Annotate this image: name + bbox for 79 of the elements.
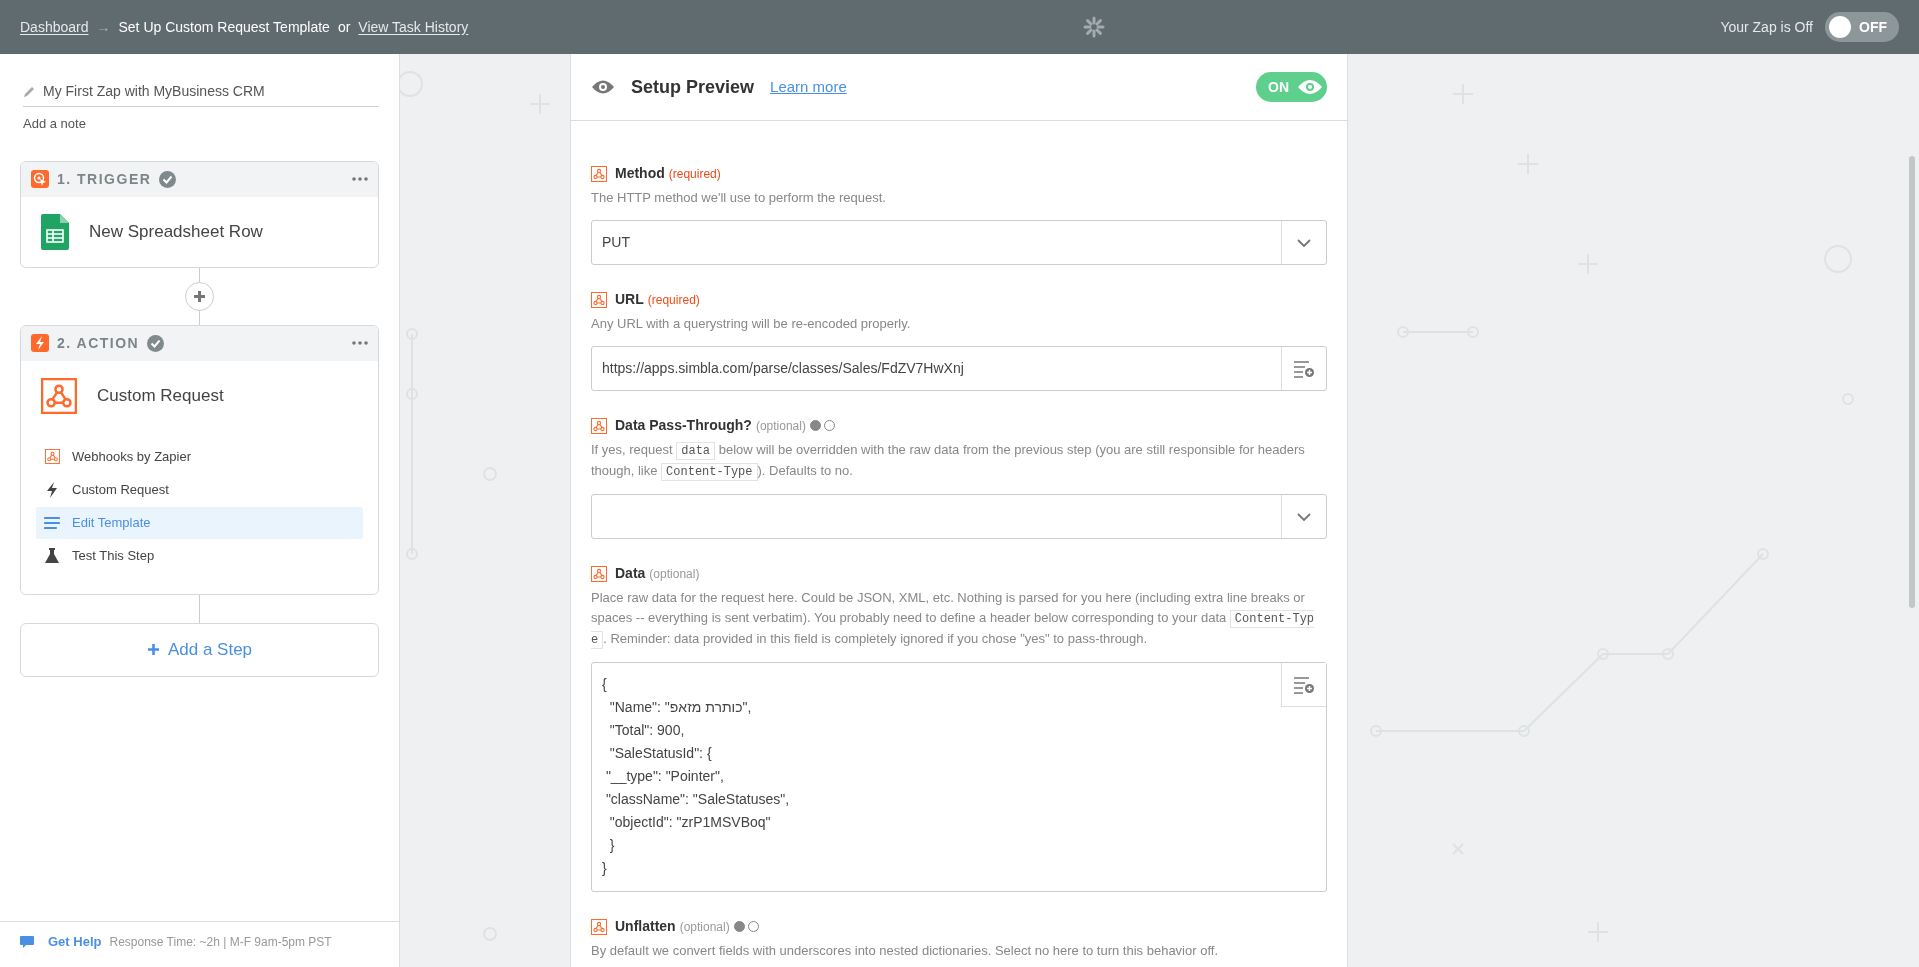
code-line: "Name": "כותרת מזאפ", [608, 698, 752, 717]
eye-icon [591, 79, 615, 95]
url-value: https://apps.simbla.com/parse/classes/Sales/FdZV7HwXnj [602, 359, 964, 378]
field-help-text: The HTTP method we'll use to perform the request. [591, 189, 887, 207]
insert-step-button[interactable] [185, 281, 214, 311]
step-menu-item[interactable]: Webhooks by Zapier [36, 440, 363, 473]
preview-title: Setup Preview [631, 75, 755, 99]
check-circle-icon [147, 334, 165, 352]
field-label: Data [615, 564, 646, 583]
toggle-knob [1829, 16, 1851, 38]
spreadsheet-icon [41, 213, 69, 250]
eye-icon [1297, 79, 1323, 95]
webhook-icon [591, 918, 607, 935]
trigger-icon [31, 170, 49, 188]
code-line: } [608, 836, 615, 855]
loading-icon [1083, 16, 1106, 38]
code-line: "objectId": "zrP1MSVBoq" [608, 813, 771, 832]
step-menu-item[interactable]: Custom Request [36, 473, 363, 506]
code-line: "Total": 900, [608, 721, 685, 740]
code-line: { [602, 675, 607, 694]
add-note-link[interactable]: Add a note [23, 114, 86, 134]
field-tag: (optional) [649, 564, 700, 583]
webhook-icon [591, 165, 607, 182]
toggle-label: OFF [1859, 17, 1887, 37]
page-title: Set Up Custom Request Template [118, 17, 330, 37]
task-history-link[interactable]: View Task History [358, 16, 469, 38]
chat-icon [20, 935, 34, 948]
field-label: Method [615, 164, 665, 183]
lines-icon [44, 515, 60, 530]
more-options-icon[interactable] [352, 341, 368, 345]
step-header: 2. ACTION [57, 333, 140, 353]
step-title: Custom Request [97, 384, 224, 407]
chevron-down-icon [1296, 511, 1312, 522]
url-input-field[interactable]: https://apps.simbla.com/parse/classes/Sales/FdZV7HwXnj [591, 346, 1327, 391]
step-menu-item[interactable]: Test This Step [36, 539, 363, 572]
webhook-icon [591, 565, 607, 582]
response-time-text: Response Time: ~2h | M-F 9am-5pm PST [109, 933, 332, 951]
webhook-icon [41, 377, 77, 414]
plus-icon [193, 289, 206, 303]
webhook-icon [591, 417, 607, 434]
chevron-down-icon [1296, 237, 1312, 248]
code-line: "__type": "Pointer", [604, 767, 724, 786]
select-value: PUT [602, 233, 630, 252]
field-tag: (required) [668, 164, 721, 183]
field-help-text: If yes, request data below will be overridden with the raw data from the previous step (you are still responsible for headers though, like Content-Type ). Defaults to no. [591, 441, 1306, 482]
lightning-icon [45, 481, 59, 498]
webhook-icon [44, 449, 60, 464]
select-field[interactable]: PUT [591, 220, 1327, 265]
code-line: } [602, 859, 607, 878]
toggle-label: ON [1268, 77, 1289, 97]
check-circle-icon [159, 170, 177, 188]
scrollbar-thumb[interactable] [1909, 156, 1915, 608]
code-line: "className": "SaleStatuses", [604, 790, 790, 809]
field-tag: (required) [647, 290, 700, 309]
field-label: Unflatten [615, 917, 676, 936]
insert-field-icon [1293, 674, 1315, 695]
field-help-text: Any URL with a querystring will be re-encoded properly. [591, 315, 912, 333]
field-label: URL [615, 290, 644, 309]
more-options-icon[interactable] [352, 177, 368, 181]
field-tag: (optional) [755, 416, 806, 435]
insert-field-button[interactable] [1281, 663, 1326, 707]
field-label: Data Pass-Through? [615, 416, 752, 435]
flask-icon [45, 548, 59, 563]
step-header: 1. TRIGGER [57, 169, 152, 189]
webhook-icon [591, 291, 607, 308]
zap-name-field[interactable]: My First Zap with MyBusiness CRM [43, 81, 265, 102]
dashboard-link[interactable]: Dashboard [20, 16, 89, 38]
field-tag: (optional) [679, 917, 730, 936]
breadcrumb-arrow: → [96, 17, 111, 37]
lightning-icon [31, 334, 49, 352]
zap-status-text: Your Zap is Off [1720, 17, 1813, 37]
insert-field-icon [1293, 358, 1315, 379]
plus-icon [146, 643, 160, 656]
select-field[interactable] [591, 494, 1327, 539]
code-line: "SaleStatusId": { [608, 744, 712, 763]
field-help-text: By default we convert fields with underscores into nested dictionaries. Select no here to turn this behavior off. [591, 942, 1219, 960]
step-title: New Spreadsheet Row [89, 220, 263, 243]
pencil-icon [23, 85, 35, 98]
or-text: or [337, 17, 351, 37]
